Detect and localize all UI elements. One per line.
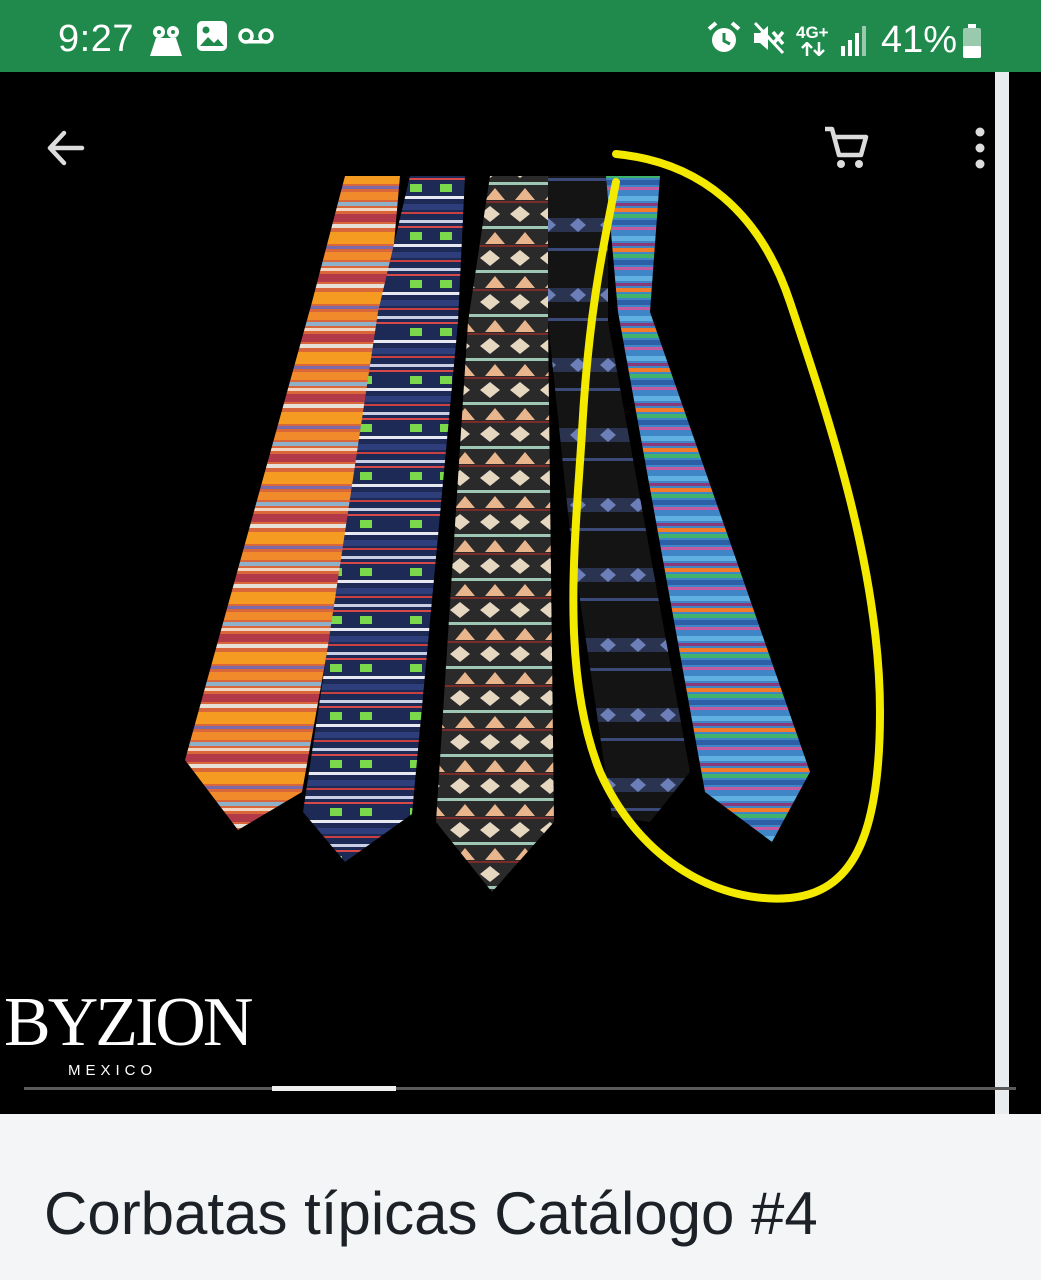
cart-button[interactable]: [814, 116, 878, 180]
alarm-icon: [707, 21, 741, 52]
network-arrows-icon: [801, 42, 825, 56]
notification-app-icon: [150, 26, 182, 56]
status-bar: 9:27 4G+ 41%: [0, 0, 1041, 72]
gallery-pager-indicator: [272, 1086, 396, 1091]
signal-icon: [841, 26, 866, 56]
product-title: Corbatas típicas Catálogo #4: [44, 1180, 818, 1247]
more-vertical-icon: [975, 127, 985, 169]
product-image-gallery[interactable]: [0, 72, 995, 1114]
voicemail-icon: [238, 28, 274, 44]
more-options-button[interactable]: [948, 116, 995, 180]
product-image: [185, 150, 885, 903]
brand-subtitle: MEXICO: [68, 1062, 158, 1079]
status-time: 9:27: [58, 18, 134, 60]
arrow-left-icon: [47, 130, 85, 166]
gallery-pager-track: [24, 1087, 1016, 1090]
battery-icon: [963, 24, 981, 58]
shopping-cart-icon: [825, 126, 869, 168]
back-button[interactable]: [34, 116, 98, 180]
battery-percent: 41%: [881, 19, 958, 61]
gallery-scroll-edge: [995, 72, 1009, 1114]
next-image-edge: [1009, 72, 1041, 1114]
vibrate-mute-icon: [753, 21, 785, 55]
brand-name: BYZION: [4, 984, 253, 1061]
image-icon: [197, 21, 227, 51]
network-4g-plus-label: 4G+: [796, 23, 829, 42]
